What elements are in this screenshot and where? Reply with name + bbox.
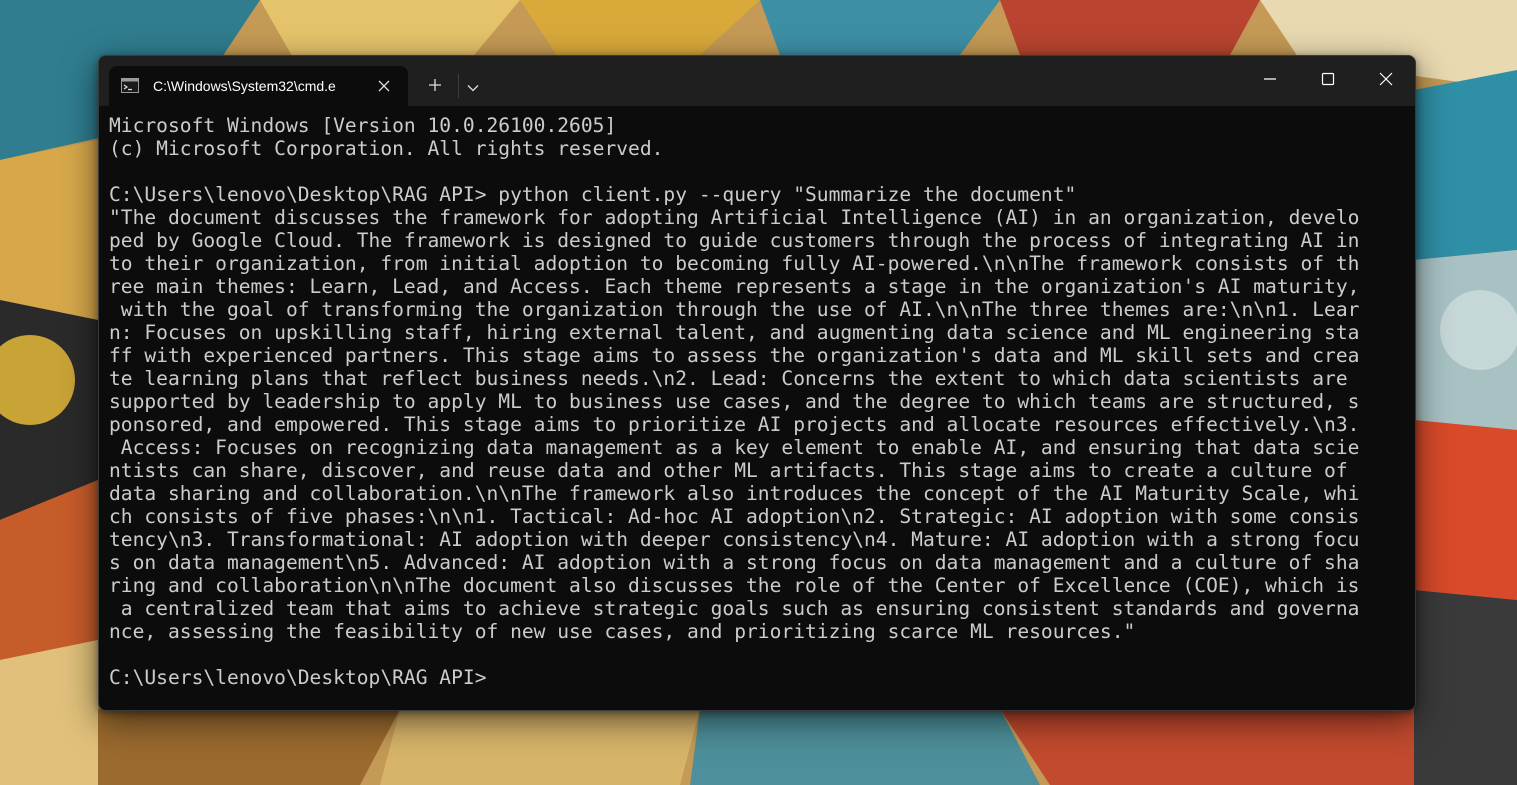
console-line: ring and collaboration\n\nThe document a…	[109, 574, 1360, 597]
close-button[interactable]	[1358, 64, 1414, 96]
console-line: supported by leadership to apply ML to b…	[109, 390, 1360, 413]
maximize-button[interactable]	[1300, 64, 1356, 96]
command-line: C:\Users\lenovo\Desktop\RAG API> python …	[109, 183, 1077, 206]
tab-cmd[interactable]: C:\Windows\System32\cmd.e	[109, 66, 408, 106]
console-line: tency\n3. Transformational: AI adoption …	[109, 528, 1360, 551]
console-line: (c) Microsoft Corporation. All rights re…	[109, 137, 664, 160]
console-line: with the goal of transforming the organi…	[109, 298, 1360, 321]
close-icon	[1379, 71, 1393, 90]
console-line: to their organization, from initial adop…	[109, 252, 1360, 275]
tab-title: C:\Windows\System32\cmd.e	[153, 78, 336, 94]
minimize-button[interactable]	[1242, 64, 1298, 96]
console-line: "The document discusses the framework fo…	[109, 206, 1360, 229]
console-line: data sharing and collaboration.\n\nThe f…	[109, 482, 1360, 505]
new-tab-button[interactable]	[421, 70, 449, 102]
cmd-icon	[121, 78, 139, 93]
close-icon[interactable]	[372, 74, 396, 98]
console-line: ntists can share, discover, and reuse da…	[109, 459, 1348, 482]
prompt-line[interactable]: C:\Users\lenovo\Desktop\RAG API>	[109, 666, 1405, 689]
console-line: ponsored, and empowered. This stage aims…	[109, 413, 1360, 436]
chevron-down-icon	[467, 77, 479, 96]
plus-icon	[428, 77, 442, 96]
title-bar[interactable]: C:\Windows\System32\cmd.e	[99, 56, 1415, 106]
console-line: ch consists of five phases:\n\n1. Tactic…	[109, 505, 1360, 528]
console-line: te learning plans that reflect business …	[109, 367, 1348, 390]
console-line: s on data management\n5. Advanced: AI ad…	[109, 551, 1360, 574]
console-line: Microsoft Windows [Version 10.0.26100.26…	[109, 114, 617, 137]
tab-dropdown-button[interactable]	[459, 70, 487, 102]
console-line: n: Focuses on upskilling staff, hiring e…	[109, 321, 1360, 344]
maximize-icon	[1321, 71, 1335, 90]
terminal-window: C:\Windows\System32\cmd.e Microsoft Wind…	[98, 55, 1416, 711]
console-line: Access: Focuses on recognizing data mana…	[109, 436, 1360, 459]
console-line: ree main themes: Learn, Lead, and Access…	[109, 275, 1360, 298]
minimize-icon	[1263, 71, 1277, 90]
console-line: ped by Google Cloud. The framework is de…	[109, 229, 1360, 252]
console-line: ff with experienced partners. This stage…	[109, 344, 1360, 367]
console-line: nce, assessing the feasibility of new us…	[109, 620, 1136, 643]
console-output[interactable]: Microsoft Windows [Version 10.0.26100.26…	[109, 114, 1405, 704]
console-line: a centralized team that aims to achieve …	[109, 597, 1360, 620]
